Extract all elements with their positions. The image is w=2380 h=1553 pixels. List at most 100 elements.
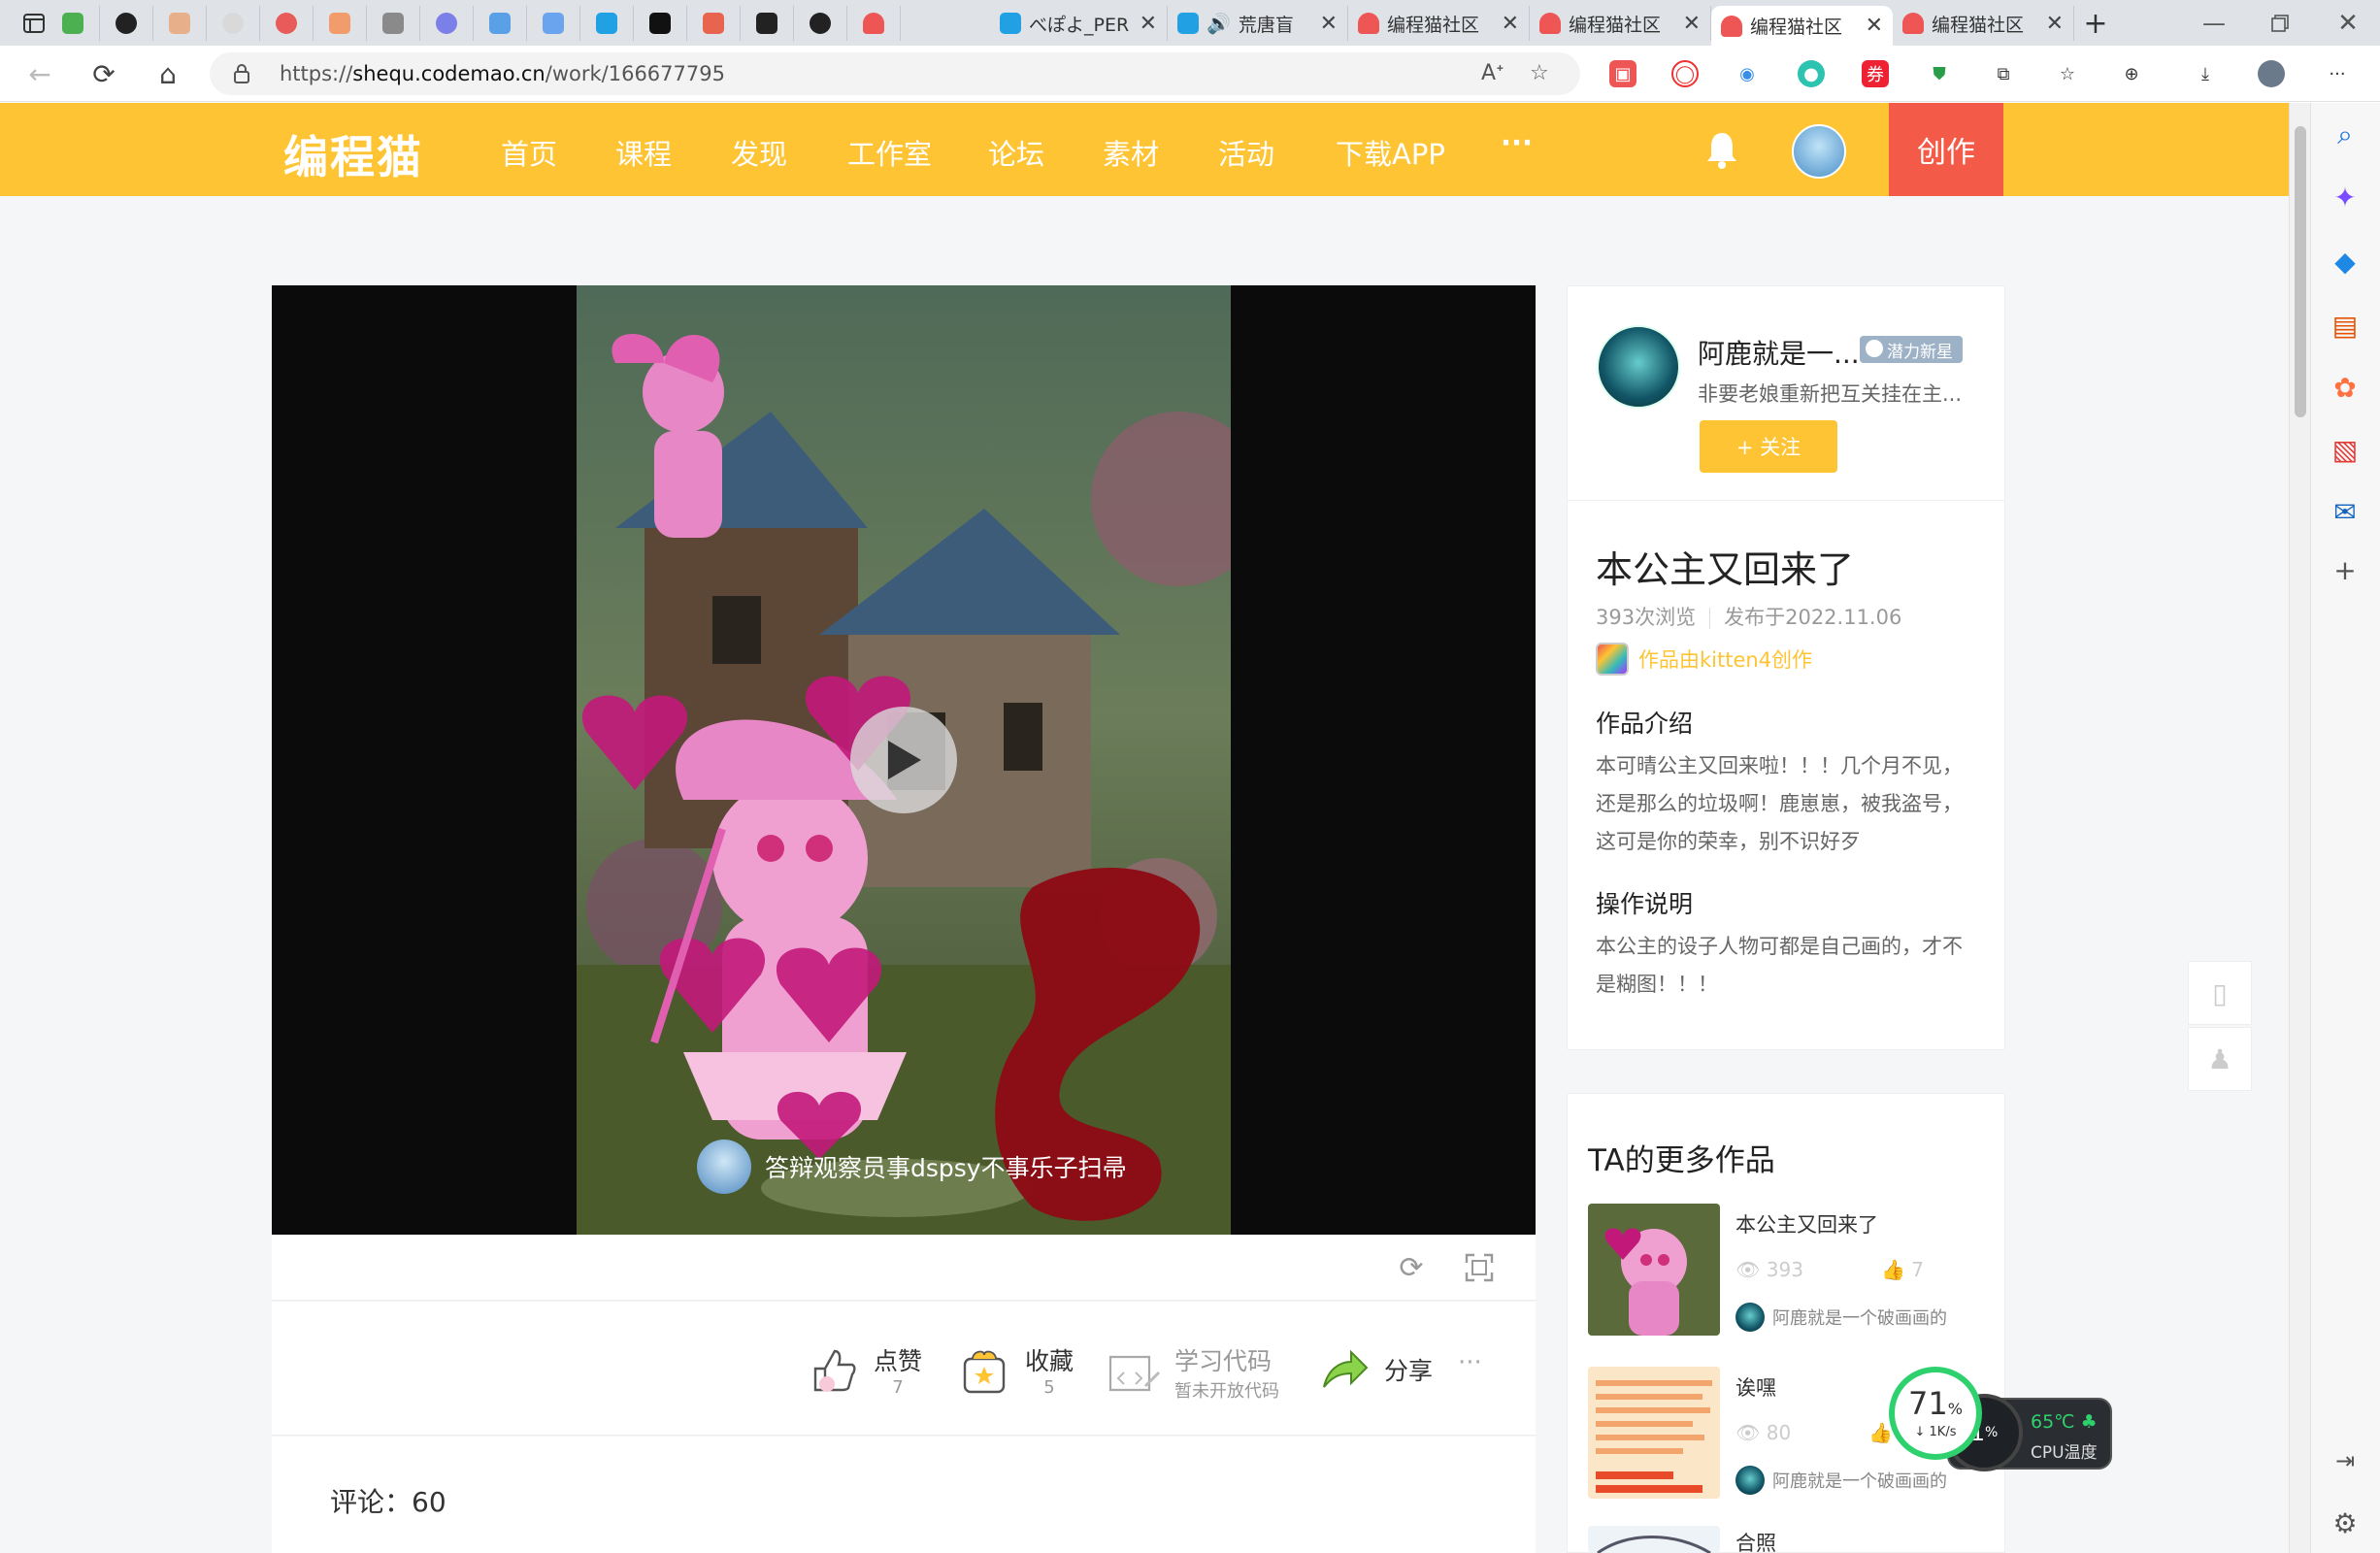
site-logo[interactable]: 编程猫 bbox=[283, 122, 423, 186]
extension-icon[interactable]: ◯ bbox=[1671, 60, 1699, 87]
author-name[interactable]: 阿鹿就是一... bbox=[1698, 333, 1860, 372]
work-thumbnail[interactable] bbox=[1588, 1367, 1720, 1499]
work-player[interactable]: 答辩观察员事dspsy不事乐子扫帚 bbox=[272, 285, 1536, 1235]
settings-more-icon[interactable]: ··· bbox=[2324, 60, 2351, 87]
user-avatar[interactable] bbox=[1792, 124, 1846, 179]
work-item-title[interactable]: 诶嘿 bbox=[1735, 1372, 1776, 1402]
pinned-tab[interactable] bbox=[314, 6, 367, 41]
restart-icon[interactable]: ⟳ bbox=[1396, 1251, 1427, 1285]
restore-icon[interactable] bbox=[2267, 12, 2293, 35]
nav-forum[interactable]: 论坛 bbox=[988, 132, 1044, 173]
pinned-tab[interactable] bbox=[420, 6, 474, 41]
work-item-author[interactable]: 阿鹿就是一个破画画的 bbox=[1735, 1303, 1947, 1332]
speaker-icon[interactable]: 🔊 bbox=[1207, 12, 1231, 35]
close-icon[interactable]: ✕ bbox=[1866, 14, 1883, 38]
lock-icon[interactable] bbox=[233, 63, 250, 84]
create-button[interactable]: 创作 bbox=[1889, 103, 2003, 196]
cpu-monitor-widget[interactable]: 65℃ ♣ CPU温度 1% 71% ↓ 1K/s bbox=[1889, 1367, 2112, 1473]
extension-icon[interactable]: ◉ bbox=[1734, 60, 1761, 87]
follow-button[interactable]: + 关注 bbox=[1700, 420, 1837, 473]
refresh-icon[interactable]: ⟳ bbox=[87, 57, 120, 90]
pinned-tab[interactable] bbox=[741, 6, 794, 41]
made-with-kitten[interactable]: 作品由kitten4创作 bbox=[1596, 643, 1812, 676]
copilot-icon[interactable]: ✦ bbox=[2329, 181, 2362, 214]
nav-materials[interactable]: 素材 bbox=[1103, 132, 1159, 173]
minimize-icon[interactable]: — bbox=[2201, 10, 2227, 37]
window-close-icon[interactable]: ✕ bbox=[2335, 9, 2361, 38]
mobile-preview-icon[interactable]: ▯ bbox=[2188, 961, 2252, 1025]
fullscreen-icon[interactable] bbox=[1464, 1252, 1495, 1283]
favorites-icon[interactable]: ☆ bbox=[2054, 60, 2081, 87]
download-icon[interactable]: ⤓ bbox=[2192, 60, 2219, 87]
bell-icon[interactable] bbox=[1704, 130, 1739, 169]
list-item[interactable]: 本公主又回来了 👁 393 👍 7 阿鹿就是一个破画画的 bbox=[1588, 1204, 1996, 1380]
pinned-tab[interactable] bbox=[367, 6, 420, 41]
pinned-tab[interactable] bbox=[260, 6, 314, 41]
work-item-title[interactable]: 本公主又回来了 bbox=[1735, 1209, 1878, 1239]
pinned-tab[interactable] bbox=[100, 6, 153, 41]
tab-actions-icon[interactable] bbox=[21, 12, 47, 35]
pinned-tab[interactable] bbox=[687, 6, 741, 41]
pinned-tab[interactable] bbox=[527, 6, 580, 41]
play-button[interactable] bbox=[850, 707, 957, 813]
close-icon[interactable]: ✕ bbox=[1502, 12, 1519, 36]
tab[interactable]: 编程猫社区 ✕ bbox=[1530, 6, 1711, 41]
nav-courses[interactable]: 课程 bbox=[615, 132, 672, 173]
search-icon[interactable]: ⌕ bbox=[2329, 118, 2362, 151]
nav-home[interactable]: 首页 bbox=[501, 132, 557, 173]
nav-download-app[interactable]: 下载APP bbox=[1336, 132, 1445, 173]
games-icon[interactable]: ✿ bbox=[2329, 371, 2362, 404]
close-icon[interactable]: ✕ bbox=[1683, 12, 1701, 36]
new-tab-icon[interactable]: + bbox=[2083, 7, 2108, 41]
qq-icon[interactable]: ♟ bbox=[2188, 1027, 2252, 1091]
sidebar-toggle-icon[interactable]: ⇥ bbox=[2329, 1444, 2362, 1477]
share-button[interactable]: 分享 bbox=[1316, 1342, 1433, 1397]
work-thumbnail[interactable] bbox=[1588, 1204, 1720, 1336]
work-thumbnail[interactable] bbox=[1588, 1526, 1720, 1553]
learn-code-button[interactable]: 学习代码 暂未开放代码 bbox=[1107, 1342, 1279, 1403]
like-button[interactable]: 点赞 7 bbox=[806, 1342, 922, 1398]
tab[interactable]: 编程猫社区 ✕ bbox=[1348, 6, 1530, 41]
back-icon[interactable]: ← bbox=[23, 57, 56, 90]
extensions-puzzle-icon[interactable]: ⧉ bbox=[1990, 60, 2017, 87]
collect-button[interactable]: 收藏 5 bbox=[957, 1342, 1074, 1398]
tools-icon[interactable]: ▤ bbox=[2329, 309, 2362, 342]
extension-icon[interactable]: ▣ bbox=[1609, 60, 1636, 87]
nav-more-icon[interactable]: ··· bbox=[1501, 126, 1533, 159]
gear-icon[interactable]: ⚙ bbox=[2329, 1506, 2362, 1539]
tab[interactable]: 🔊 荒唐盲 ✕ bbox=[1168, 6, 1348, 41]
tab-active[interactable]: 编程猫社区 ✕ bbox=[1711, 6, 1893, 46]
close-icon[interactable]: ✕ bbox=[2046, 12, 2064, 36]
page-scrollbar[interactable] bbox=[2289, 103, 2310, 1553]
pinned-tab[interactable] bbox=[207, 6, 260, 41]
tab[interactable]: べぽよ_PER ✕ bbox=[990, 6, 1168, 41]
extension-icon[interactable]: ● bbox=[1798, 60, 1825, 87]
home-icon[interactable]: ⌂ bbox=[151, 57, 184, 90]
pinned-tab[interactable] bbox=[794, 6, 847, 41]
pinned-tab[interactable] bbox=[47, 6, 100, 41]
more-actions-icon[interactable]: ··· bbox=[1458, 1348, 1482, 1377]
close-icon[interactable]: ✕ bbox=[1320, 12, 1338, 36]
add-icon[interactable]: + bbox=[2329, 553, 2362, 586]
favorite-add-icon[interactable]: ☆ bbox=[1530, 61, 1549, 85]
collections-icon[interactable]: ⊕ bbox=[2118, 60, 2145, 87]
profile-avatar[interactable] bbox=[2258, 60, 2285, 87]
nav-events[interactable]: 活动 bbox=[1218, 132, 1274, 173]
pinned-tab[interactable] bbox=[580, 6, 634, 41]
author-avatar[interactable] bbox=[1597, 325, 1680, 409]
pinned-tab[interactable] bbox=[847, 6, 901, 41]
nav-studio[interactable]: 工作室 bbox=[847, 132, 932, 173]
nav-discover[interactable]: 发现 bbox=[731, 132, 787, 173]
pinned-tab[interactable] bbox=[474, 6, 527, 41]
shopping-tag-icon[interactable]: ◆ bbox=[2329, 245, 2362, 278]
close-icon[interactable]: ✕ bbox=[1140, 12, 1157, 36]
scrollbar-thumb[interactable] bbox=[2295, 126, 2306, 417]
work-item-title[interactable]: 合照 bbox=[1735, 1528, 1776, 1553]
pinned-tab[interactable] bbox=[634, 6, 687, 41]
outlook-icon[interactable]: ✉ bbox=[2329, 495, 2362, 528]
shield-icon[interactable]: ⛊ bbox=[1926, 60, 1953, 87]
office-icon[interactable]: ▧ bbox=[2329, 433, 2362, 466]
read-aloud-icon[interactable]: Aᐩ bbox=[1481, 61, 1504, 85]
list-item[interactable]: 合照 bbox=[1588, 1526, 1996, 1553]
tab[interactable]: 编程猫社区 ✕ bbox=[1893, 6, 2074, 41]
